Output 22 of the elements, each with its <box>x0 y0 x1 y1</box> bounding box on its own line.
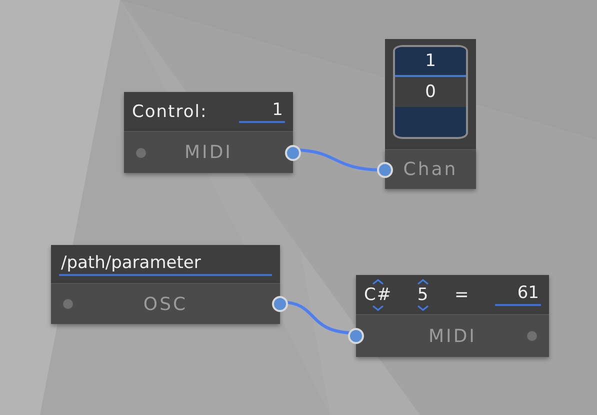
chevron-down-icon[interactable] <box>372 304 384 310</box>
osc-path-field[interactable]: /path/parameter <box>59 252 272 276</box>
status-dot-icon <box>136 148 146 158</box>
node-type-label: Chan <box>403 159 458 180</box>
equals-sign: = <box>454 284 470 304</box>
note-number-field[interactable]: 61 <box>494 283 541 306</box>
octave-value[interactable]: 5 <box>417 284 430 304</box>
channel-spinner[interactable]: 1 0 <box>393 45 468 139</box>
spinner-value[interactable]: 1 <box>395 47 466 77</box>
connector-port[interactable] <box>272 296 288 312</box>
control-label: Control: <box>132 102 208 122</box>
status-dot-icon <box>527 331 537 341</box>
node-type-label: MIDI <box>184 142 232 163</box>
spinner-value[interactable]: 0 <box>395 77 466 107</box>
control-number-field[interactable]: 1 <box>239 100 285 123</box>
chevron-down-icon[interactable] <box>417 304 430 310</box>
status-dot-icon <box>63 299 73 309</box>
node-type-label: MIDI <box>428 326 476 346</box>
node-type-label: OSC <box>143 294 188 314</box>
chevron-up-icon[interactable] <box>372 278 384 284</box>
note-name[interactable]: C# <box>364 284 392 304</box>
chevron-up-icon[interactable] <box>417 278 430 284</box>
